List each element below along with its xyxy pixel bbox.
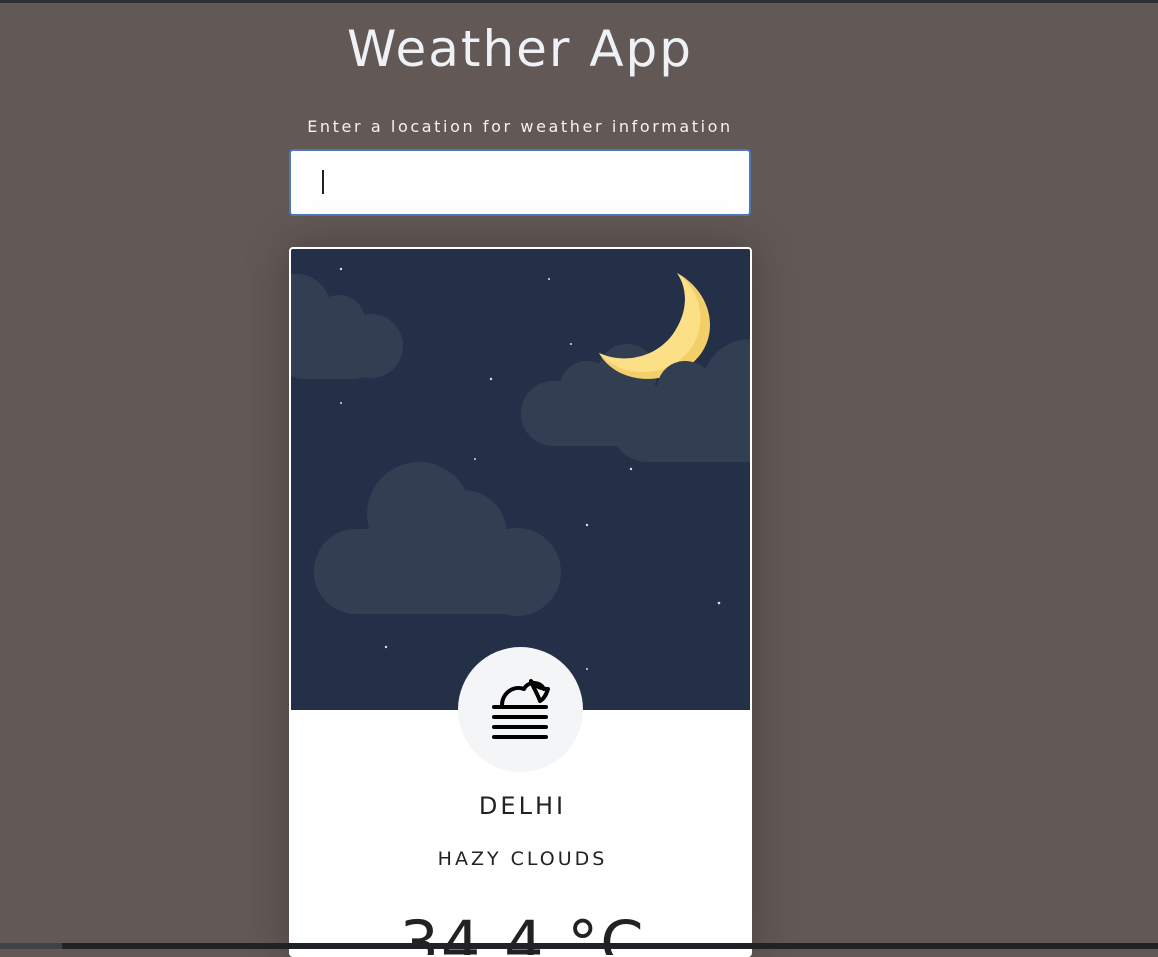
weather-card: DELHI HAZY CLOUDS 34.4 °C	[289, 247, 752, 957]
city-name: DELHI	[478, 792, 567, 820]
temperature-value: 34.4 °C	[399, 907, 646, 957]
scrollbar-thumb[interactable]	[0, 943, 62, 949]
search-prompt-label: Enter a location for weather information	[307, 117, 733, 136]
page-title: Weather App	[346, 20, 694, 78]
weather-condition: HAZY CLOUDS	[437, 848, 608, 870]
haze-moon-icon	[492, 679, 550, 739]
night-sky-illustration	[291, 267, 750, 670]
text-caret	[322, 170, 324, 194]
location-search-input[interactable]	[289, 149, 751, 216]
window-top-border	[0, 0, 1158, 3]
weather-icon-badge	[458, 647, 583, 772]
horizontal-scrollbar[interactable]	[0, 943, 1158, 949]
night-sky-scene	[291, 249, 750, 710]
